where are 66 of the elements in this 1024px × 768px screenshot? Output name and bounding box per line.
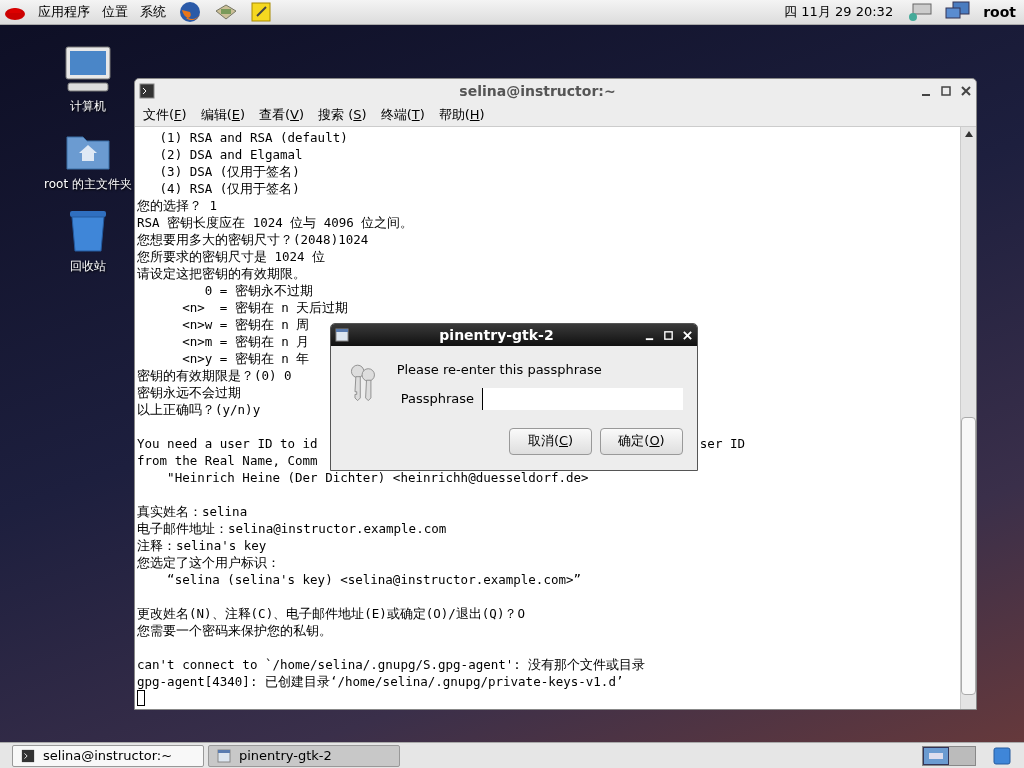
- terminal-line: 电子邮件地址：selina@instructor.example.com: [137, 521, 447, 536]
- prompt-text: Please re-enter this passphrase: [396, 361, 603, 379]
- terminal-line: 0 = 密钥永不过期: [203, 283, 313, 298]
- menu-item[interactable]: 查看(V): [259, 104, 305, 125]
- window-icon: [217, 748, 231, 763]
- window-title: pinentry-gtk-2: [438, 325, 555, 345]
- menu-item[interactable]: 帮助(H): [438, 104, 485, 125]
- terminal-line: 密钥永远不会过期: [137, 385, 241, 400]
- terminal-line: RSA 密钥长度应在 1024 位与 4096 位之间。: [137, 215, 414, 230]
- terminal-line: (4) RSA (仅用于签名): [158, 181, 300, 196]
- terminal-line: 您需要一个密码来保护您的私钥。: [137, 623, 332, 638]
- maximize-icon[interactable]: [940, 85, 952, 97]
- terminal-line: can't connect to `/home/selina/.gnupg/S.gpg-agent': 没有那个文件或目录: [137, 657, 646, 672]
- terminal-line: 您想要用多大的密钥尺寸？(2048)1024: [137, 232, 369, 247]
- passphrase-field[interactable]: [482, 387, 683, 410]
- scroll-up-icon[interactable]: [964, 131, 973, 137]
- terminal-line: "Heinrich Heine (Der Dichter) <heinrichh@duesseldorf.de>: [166, 470, 589, 485]
- terminal-line: 注释：selina's key: [137, 538, 267, 553]
- terminal-line: <n>y = 密钥在 n 年: [181, 351, 310, 366]
- menu-item[interactable]: 文件(F): [143, 104, 187, 125]
- dialog-button[interactable]: 确定(O): [600, 427, 683, 455]
- clock[interactable]: 四 11月 29 20:32: [784, 2, 894, 22]
- terminal-line: 请设定这把密钥的有效期限。: [137, 266, 306, 281]
- desktop-icon-label[interactable]: 回收站: [70, 257, 106, 275]
- terminal-line: “selina (selina's key) <selina@instructor.example.com>”: [166, 572, 581, 587]
- terminal-icon: [139, 83, 155, 99]
- terminal-line: <n>w = 密钥在 n 周: [181, 317, 310, 332]
- workspace-switcher[interactable]: [922, 745, 976, 766]
- menu-item[interactable]: 编辑(E): [200, 104, 245, 125]
- terminal-line: <n>m = 密钥在 n 月: [181, 334, 310, 349]
- window-icon: [335, 328, 349, 342]
- taskbar-button[interactable]: pinentry-gtk-2: [208, 744, 400, 767]
- desktop-icon-label[interactable]: 计算机: [70, 97, 106, 115]
- panel-menu[interactable]: 位置: [102, 2, 128, 22]
- terminal-line: (1) RSA and RSA (default): [158, 130, 348, 145]
- computer-icon: [63, 45, 113, 93]
- terminal-line: (2) DSA and Elgamal: [158, 147, 303, 162]
- terminal-line: 您所要求的密钥尺寸是 1024 位: [137, 249, 326, 264]
- field-label: Passphrase: [400, 389, 474, 408]
- browser-icon[interactable]: [178, 0, 202, 24]
- menu-item[interactable]: 终端(T): [380, 104, 425, 125]
- terminal-line: <n> = 密钥在 n 天后过期: [181, 300, 349, 315]
- notepad-icon[interactable]: [250, 1, 272, 23]
- terminal-line: You need a user ID to id: [137, 435, 318, 452]
- terminal-line: ser ID: [699, 435, 745, 452]
- terminal-icon: [21, 748, 35, 763]
- scrollbar[interactable]: [960, 127, 976, 709]
- terminal-line: (3) DSA (仅用于签名): [158, 164, 300, 179]
- terminal-line: from the Real Name, Comm: [137, 453, 318, 468]
- menu-item[interactable]: 搜索 (S): [318, 104, 367, 125]
- terminal-line: gpg-agent[4340]: 已创建目录‘/home/selina/.gnupg/private-keys-v1.d’: [137, 674, 624, 689]
- dialog-button[interactable]: 取消(C): [509, 427, 592, 455]
- terminal-line: 您的选择？ 1: [137, 198, 218, 213]
- terminal-line: 您选定了这个用户标识：: [137, 555, 280, 570]
- window-title: selina@instructor:~: [458, 81, 617, 101]
- panel-menu[interactable]: 应用程序: [38, 2, 90, 22]
- user-name[interactable]: root: [983, 1, 1016, 23]
- terminal-line: 以上正确吗？(y/n)y: [137, 402, 261, 417]
- panel-menu[interactable]: 系统: [140, 2, 166, 22]
- close-icon[interactable]: [960, 85, 972, 97]
- terminal-line: 真实姓名：selina: [137, 504, 248, 519]
- taskbar-button[interactable]: selina@instructor:~: [12, 744, 204, 767]
- terminal-cursor: [137, 690, 145, 706]
- terminal-line: 密钥的有效期限是？(0) 0: [137, 368, 292, 383]
- desktop-icon-label[interactable]: root 的主文件夹: [44, 175, 132, 193]
- terminal-line: 更改姓名(N)、注释(C)、电子邮件地址(E)或确定(O)/退出(Q)？O: [137, 606, 525, 621]
